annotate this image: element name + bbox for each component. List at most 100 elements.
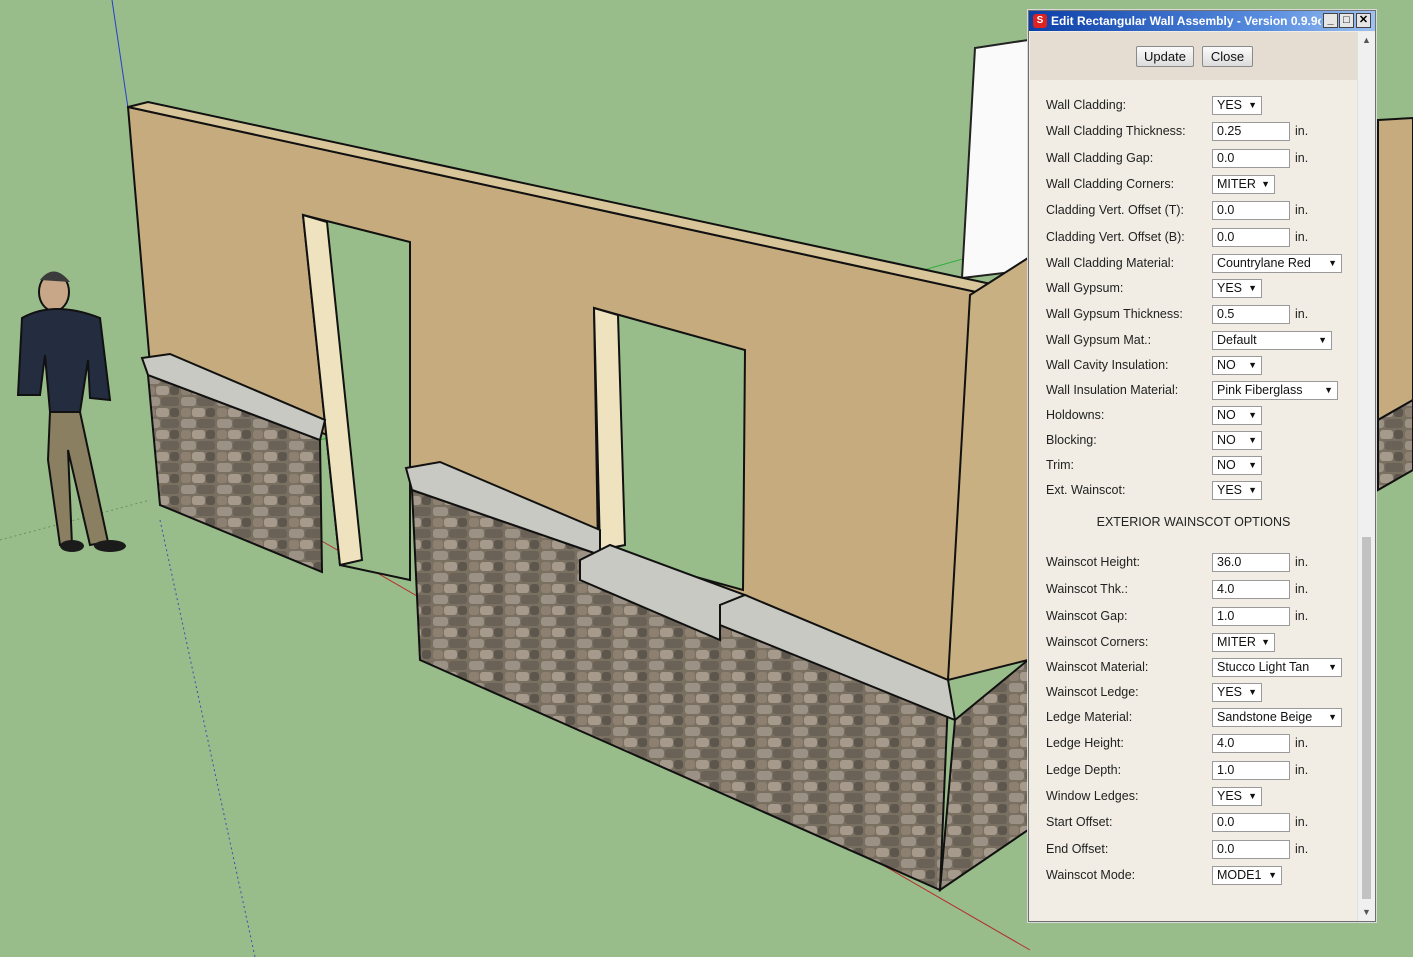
wainscot-gap-input[interactable]: 1.0 xyxy=(1212,607,1290,626)
unit-label: in. xyxy=(1295,151,1309,165)
wall-cavity-insulation-select[interactable]: NO ▼ xyxy=(1212,356,1262,375)
wainscot-corners-select[interactable]: MITER ▼ xyxy=(1212,633,1275,652)
dropdown-arrow-icon: ▼ xyxy=(1248,360,1257,370)
field-label: Wainscot Material: xyxy=(1046,660,1149,674)
scroll-up-arrow-icon[interactable]: ▲ xyxy=(1358,32,1375,49)
wall-cladding-select[interactable]: YES ▼ xyxy=(1212,96,1262,115)
field-row-ledge-material: Ledge Material: Sandstone Beige ▼ xyxy=(1030,708,1357,730)
field-row-wall-cladding-thickness: Wall Cladding Thickness: 0.25 in. xyxy=(1030,122,1357,144)
title-bar[interactable]: S Edit Rectangular Wall Assembly - Versi… xyxy=(1029,11,1375,31)
dropdown-arrow-icon: ▼ xyxy=(1248,687,1257,697)
dropdown-arrow-icon: ▼ xyxy=(1268,870,1277,880)
ledge-height-input[interactable]: 4.0 xyxy=(1212,734,1290,753)
field-row-holdowns: Holdowns: NO ▼ xyxy=(1030,406,1357,428)
close-window-button[interactable]: ✕ xyxy=(1356,13,1371,28)
field-label: Cladding Vert. Offset (B): xyxy=(1046,230,1185,244)
dropdown-arrow-icon: ▼ xyxy=(1248,100,1257,110)
field-label: Wainscot Corners: xyxy=(1046,635,1149,649)
scroll-down-arrow-icon[interactable]: ▼ xyxy=(1358,904,1375,921)
wall-cladding-gap-input[interactable]: 0.0 xyxy=(1212,149,1290,168)
wall-cladding-corners-select[interactable]: MITER ▼ xyxy=(1212,175,1275,194)
scroll-thumb[interactable] xyxy=(1362,537,1371,899)
field-row-ledge-depth: Ledge Depth: 1.0 in. xyxy=(1030,761,1357,783)
field-row-ext-wainscot: Ext. Wainscot: YES ▼ xyxy=(1030,481,1357,503)
field-row-trim: Trim: NO ▼ xyxy=(1030,456,1357,478)
vertical-scrollbar[interactable]: ▲ ▼ xyxy=(1357,32,1375,921)
trim-select[interactable]: NO ▼ xyxy=(1212,456,1262,475)
cladding-vert-offset-t-input[interactable]: 0.0 xyxy=(1212,201,1290,220)
field-row-wall-cladding: Wall Cladding: YES ▼ xyxy=(1030,96,1357,118)
dialog-content: Update Close Wall Cladding: YES ▼ Wall Clad… xyxy=(1030,32,1357,921)
field-row-end-offset: End Offset: 0.0 in. xyxy=(1030,840,1357,862)
ext-wainscot-select[interactable]: YES ▼ xyxy=(1212,481,1262,500)
field-label: Trim: xyxy=(1046,458,1074,472)
wall-gypsum-mat-select[interactable]: Default ▼ xyxy=(1212,331,1332,350)
start-offset-input[interactable]: 0.0 xyxy=(1212,813,1290,832)
field-label: Start Offset: xyxy=(1046,815,1113,829)
field-row-wainscot-mode: Wainscot Mode: MODE1 ▼ xyxy=(1030,866,1357,888)
maximize-button[interactable]: □ xyxy=(1339,13,1354,28)
wall-insulation-material-select[interactable]: Pink Fiberglass ▼ xyxy=(1212,381,1338,400)
end-offset-input[interactable]: 0.0 xyxy=(1212,840,1290,859)
field-row-wall-gypsum-thickness: Wall Gypsum Thickness: 0.5 in. xyxy=(1030,305,1357,327)
wainscot-material-select[interactable]: Stucco Light Tan ▼ xyxy=(1212,658,1342,677)
wainscot-height-input[interactable]: 36.0 xyxy=(1212,553,1290,572)
field-label: Wall Insulation Material: xyxy=(1046,383,1179,397)
dropdown-arrow-icon: ▼ xyxy=(1248,435,1257,445)
window-ledges-select[interactable]: YES ▼ xyxy=(1212,787,1262,806)
wall-assembly-dialog[interactable]: S Edit Rectangular Wall Assembly - Versi… xyxy=(1028,10,1376,922)
wall-gypsum-select[interactable]: YES ▼ xyxy=(1212,279,1262,298)
far-wall xyxy=(1377,116,1413,422)
select-value: NO xyxy=(1217,358,1236,372)
blocking-select[interactable]: NO ▼ xyxy=(1212,431,1262,450)
dotted-axis xyxy=(159,519,256,957)
ledge-depth-input[interactable]: 1.0 xyxy=(1212,761,1290,780)
field-label: Blocking: xyxy=(1046,433,1097,447)
dropdown-arrow-icon: ▼ xyxy=(1324,385,1333,395)
field-row-cladding-vert-offset-b: Cladding Vert. Offset (B): 0.0 in. xyxy=(1030,228,1357,250)
select-value: NO xyxy=(1217,458,1236,472)
ledge-material-select[interactable]: Sandstone Beige ▼ xyxy=(1212,708,1342,727)
select-value: Pink Fiberglass xyxy=(1217,383,1303,397)
field-row-wainscot-material: Wainscot Material: Stucco Light Tan ▼ xyxy=(1030,658,1357,680)
field-label: Wall Gypsum: xyxy=(1046,281,1124,295)
wall-cladding-thickness-input[interactable]: 0.25 xyxy=(1212,122,1290,141)
window-title: Edit Rectangular Wall Assembly - Version… xyxy=(1051,14,1321,28)
select-value: NO xyxy=(1217,408,1236,422)
update-button[interactable]: Update xyxy=(1136,46,1194,67)
field-row-wainscot-ledge: Wainscot Ledge: YES ▼ xyxy=(1030,683,1357,705)
button-bar: Update Close xyxy=(1030,32,1357,80)
field-label: Wainscot Mode: xyxy=(1046,868,1136,882)
cladding-vert-offset-b-input[interactable]: 0.0 xyxy=(1212,228,1290,247)
field-row-wall-gypsum: Wall Gypsum: YES ▼ xyxy=(1030,279,1357,301)
select-value: YES xyxy=(1217,281,1243,295)
wall-gypsum-thickness-input[interactable]: 0.5 xyxy=(1212,305,1290,324)
unit-label: in. xyxy=(1295,124,1309,138)
field-row-blocking: Blocking: NO ▼ xyxy=(1030,431,1357,453)
field-row-cladding-vert-offset-t: Cladding Vert. Offset (T): 0.0 in. xyxy=(1030,201,1357,223)
field-label: Wainscot Height: xyxy=(1046,555,1141,569)
wainscot-side xyxy=(938,657,1029,893)
close-button[interactable]: Close xyxy=(1202,46,1253,67)
wainscot-section-title: EXTERIOR WAINSCOT OPTIONS xyxy=(1096,515,1291,529)
dropdown-arrow-icon: ▼ xyxy=(1328,662,1337,672)
select-value: MITER xyxy=(1217,177,1256,191)
holdowns-select[interactable]: NO ▼ xyxy=(1212,406,1262,425)
field-row-wainscot-height: Wainscot Height: 36.0 in. xyxy=(1030,553,1357,575)
field-row-wainscot-corners: Wainscot Corners: MITER ▼ xyxy=(1030,633,1357,655)
wainscot-ledge-select[interactable]: YES ▼ xyxy=(1212,683,1262,702)
field-label: Ledge Material: xyxy=(1046,710,1133,724)
field-label: Cladding Vert. Offset (T): xyxy=(1046,203,1185,217)
unit-label: in. xyxy=(1295,609,1309,623)
select-value: YES xyxy=(1217,483,1243,497)
select-value: YES xyxy=(1217,685,1243,699)
field-label: Window Ledges: xyxy=(1046,789,1139,803)
wall-cladding-material-select[interactable]: Countrylane Red ▼ xyxy=(1212,254,1342,273)
wainscot-mode-select[interactable]: MODE1 ▼ xyxy=(1212,866,1282,885)
wainscot-thk-input[interactable]: 4.0 xyxy=(1212,580,1290,599)
select-value: MODE1 xyxy=(1217,868,1262,882)
dropdown-arrow-icon: ▼ xyxy=(1248,460,1257,470)
minimize-button[interactable]: _ xyxy=(1323,13,1338,28)
unit-label: in. xyxy=(1295,582,1309,596)
field-label: Wall Cladding Gap: xyxy=(1046,151,1154,165)
